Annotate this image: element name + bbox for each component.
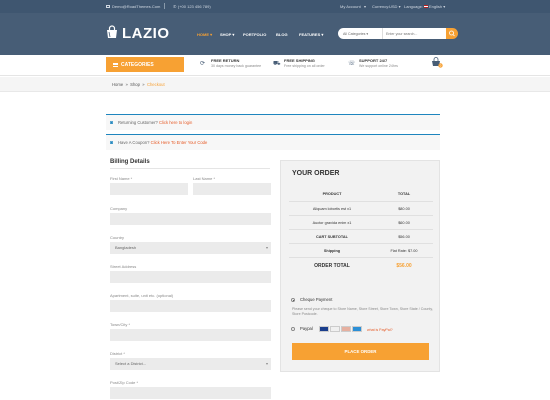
table-row: Auctor gravida enim x1 $60.00 <box>289 215 433 229</box>
shipping-row: Shipping Flat Rate: $7.00 <box>289 243 433 257</box>
flag-icon <box>424 5 428 8</box>
service-bar: CATEGORIES ⟳ FREE RETURN 30 days money b… <box>0 55 550 76</box>
breadcrumb-current: Checkout <box>146 82 165 87</box>
coupon-notice: ◙ Have A Coupon? Click Here To Enter You… <box>106 134 440 150</box>
what-is-paypal-link[interactable]: what is PayPal? <box>367 328 393 332</box>
order-title: YOUR ORDER <box>292 170 340 177</box>
paypal-radio[interactable] <box>291 327 295 331</box>
coupon-link[interactable]: Click Here To Enter Your Code <box>151 140 208 145</box>
paypal-label[interactable]: Paypal <box>300 326 313 331</box>
return-icon: ⟳ <box>200 61 206 67</box>
nav-home[interactable]: HOME ▾ <box>197 32 212 37</box>
breadcrumb-home[interactable]: Home <box>112 82 123 87</box>
mastercard-icon <box>341 326 351 332</box>
service-free-return: FREE RETURN 30 days money back guarantee <box>211 58 262 68</box>
service-support: SUPPORT 24/7 We support online 24hrs <box>359 58 398 68</box>
categories-button[interactable]: CATEGORIES <box>106 57 184 72</box>
postcode-field[interactable] <box>110 387 271 399</box>
service-free-shipping: FREE SHIPPING Free shipping on all order <box>284 58 325 68</box>
divider <box>164 3 165 9</box>
order-table: PRODUCT TOTAL Aliquam lobortis est x1 $8… <box>289 187 433 273</box>
cheque-payment-radio[interactable] <box>291 298 295 302</box>
returning-customer-notice: ◙ Returning Customer? Click here to logi… <box>106 114 440 130</box>
last-name-field[interactable] <box>193 183 271 195</box>
table-row: Aliquam lobortis est x1 $80.00 <box>289 201 433 215</box>
mail-icon <box>106 5 110 8</box>
search-button[interactable] <box>446 28 458 39</box>
nav-portfolio[interactable]: PORTFOLIO <box>243 32 266 37</box>
place-order-button[interactable]: PLACE ORDER <box>292 343 429 360</box>
currency-label: Currency: <box>372 4 390 9</box>
company-label: Company <box>110 206 128 211</box>
street-address-field[interactable] <box>110 271 271 283</box>
table-header: PRODUCT TOTAL <box>322 192 411 196</box>
breadcrumb-shop[interactable]: Shop <box>130 82 140 87</box>
first-name-label: First Name * <box>110 176 133 181</box>
login-link[interactable]: Click here to login <box>159 120 192 125</box>
language-label: Language: <box>404 4 423 9</box>
breadcrumb-separator: » <box>125 82 128 87</box>
cart-icon: 0 <box>432 57 443 68</box>
nav-shop[interactable]: SHOP ▾ <box>220 32 234 37</box>
phone-icon: ✆ <box>173 4 177 9</box>
nav-features[interactable]: FEATURES ▾ <box>299 32 323 37</box>
shopping-bag-icon <box>107 25 117 38</box>
search-icon <box>449 30 455 37</box>
info-icon: ◙ <box>110 119 114 126</box>
subtotal-row: CART SUBTOTAL $56.00 <box>289 229 433 243</box>
district-select[interactable]: Select a District... <box>110 358 271 370</box>
billing-title: Billing Details <box>110 159 150 165</box>
company-field[interactable] <box>110 213 271 225</box>
apartment-label: Apartment, suite, unit etc. (optional) <box>110 293 174 298</box>
cheque-payment-label[interactable]: Cheque Payment <box>300 297 332 302</box>
country-label: Country <box>110 235 125 240</box>
menu-icon <box>113 62 118 67</box>
breadcrumb: Home » Shop » Checkout <box>0 77 550 92</box>
paypal-card-icon <box>319 326 329 332</box>
first-name-field[interactable] <box>110 183 188 195</box>
town-field[interactable] <box>110 329 271 341</box>
country-select[interactable]: Bangladesh <box>110 242 271 254</box>
currency-select[interactable]: USD ▾ <box>389 4 401 9</box>
truck-icon: ⛟ <box>273 61 281 67</box>
payment-description: Please send your cheque to Store Name, S… <box>292 307 433 316</box>
nav-blog[interactable]: BLOG <box>276 32 288 37</box>
apartment-field[interactable] <box>110 300 271 312</box>
town-label: Town/City * <box>110 322 131 327</box>
support-icon: ☏ <box>348 61 356 67</box>
email-text: Demo@RoadThemes.Com <box>106 4 160 9</box>
phone-text: ✆ (+00 123 456 789) <box>173 4 211 9</box>
order-total-row: ORDER TOTAL $56.00 <box>289 257 433 273</box>
street-address-label: Street Address <box>110 264 137 269</box>
cart-button[interactable]: 0 <box>431 57 443 68</box>
district-label: District * <box>110 351 125 356</box>
visa-card-icon <box>330 326 340 332</box>
logo[interactable]: LAZIO <box>122 25 170 42</box>
header: LAZIO HOME ▾ SHOP ▾ PORTFOLIO BLOG FEATU… <box>0 13 550 55</box>
search-category-select[interactable]: All Categories ▾ <box>338 28 382 39</box>
breadcrumb-separator: » <box>142 82 145 87</box>
amex-card-icon <box>352 326 362 332</box>
my-account-link[interactable]: My Account <box>340 4 361 9</box>
divider <box>110 168 270 169</box>
order-summary: YOUR ORDER PRODUCT TOTAL Aliquam loborti… <box>280 160 440 372</box>
top-bar: Demo@RoadThemes.Com ✆ (+00 123 456 789) M… <box>0 0 550 13</box>
search-input[interactable] <box>382 28 446 39</box>
info-icon: ◙ <box>110 139 114 146</box>
chevron-down-icon: ▾ <box>364 4 367 9</box>
postcode-label: Post/Zip Code * <box>110 380 139 385</box>
language-select[interactable]: English ▾ <box>424 4 445 9</box>
last-name-label: Last Name * <box>193 176 216 181</box>
